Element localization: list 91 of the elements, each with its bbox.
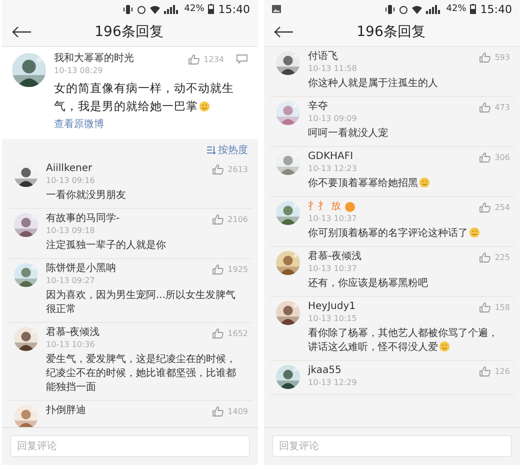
back-arrow-icon[interactable]: [12, 26, 32, 38]
user-name[interactable]: 君慕-夜倾浅: [46, 327, 100, 339]
wifi-icon: [150, 4, 160, 14]
thumbs-up-icon[interactable]: [478, 102, 491, 112]
thumbs-up-icon[interactable]: [478, 302, 491, 312]
battery-percent: 42%: [446, 4, 466, 14]
like-count: 473: [494, 102, 510, 112]
signal-icon: [426, 4, 442, 14]
reply-time: 10-13 10:37: [308, 214, 358, 224]
reply-time: 10-13 10:36: [46, 340, 96, 350]
like-count: 593: [494, 52, 510, 62]
post-text: 女的简直像有病一样，动不动就生气，我是男的就给她一巴掌: [54, 80, 235, 115]
sort-icon: [207, 146, 216, 154]
like-count: 2106: [228, 214, 248, 224]
user-name[interactable]: GDKHAFI: [308, 151, 354, 163]
reply-text: 你不要顶着幂幂给她招黑: [308, 177, 510, 191]
thumbs-up-icon[interactable]: [212, 264, 224, 274]
reply-time: 10-13 11:58: [308, 64, 358, 74]
reply-input[interactable]: 回复评论: [10, 435, 250, 457]
user-name[interactable]: HeyJudy1: [308, 301, 356, 313]
user-name[interactable]: Aiillkener: [46, 163, 92, 175]
thumbs-up-icon[interactable]: [212, 214, 224, 224]
thumbs-up-icon[interactable]: [478, 52, 491, 62]
like-count: 225: [494, 252, 510, 262]
reply-text: 一看你就没男朋友: [46, 189, 127, 203]
battery-percent: 42%: [184, 4, 204, 14]
reply-time: 10-13 10:15: [308, 314, 358, 324]
like-count: 1234: [204, 54, 224, 64]
reply-time: 10-13 09:27: [46, 276, 96, 286]
post-time: 10-13 08:29: [54, 66, 104, 76]
like-count: 306: [494, 152, 510, 162]
emoji-icon: [469, 227, 480, 238]
reply-text: 你可别顶着杨幂的名字评论这种话了: [308, 227, 510, 241]
reply-text: 你这种人就是属于注孤生的人: [308, 77, 439, 91]
reply-input[interactable]: 回复评论: [272, 435, 512, 457]
vibrate-icon: [123, 4, 134, 14]
emoji-icon: [199, 101, 210, 112]
wifi-icon: [412, 4, 422, 14]
user-name[interactable]: jkaa55: [308, 365, 342, 377]
clock-time: 15:40: [480, 2, 512, 16]
like-count: 1652: [228, 328, 248, 338]
page-title: 196条回复: [356, 23, 426, 41]
battery-icon: [208, 4, 214, 14]
like-count: 2613: [228, 164, 248, 174]
reply-text: 因为喜欢，因为男生宠阿...所以女生发脾气很正常: [46, 289, 237, 317]
reply-text: 还有，你应该是杨幂黑粉吧: [308, 277, 429, 291]
image-icon: [272, 5, 281, 13]
thumbs-up-icon[interactable]: [478, 252, 491, 262]
comment-icon[interactable]: [236, 54, 248, 64]
reply-text: 注定孤独一辈子的人就是你: [46, 239, 167, 253]
thumbs-up-icon[interactable]: [478, 202, 491, 212]
thumbs-up-icon[interactable]: [212, 328, 224, 338]
like-count: 1409: [228, 406, 248, 416]
reply-time: 10-13 12:23: [308, 164, 358, 174]
battery-icon: [470, 4, 476, 14]
vibrate-icon: [385, 4, 396, 14]
emoji-icon: [439, 341, 450, 352]
member-badge-icon: [345, 202, 356, 212]
view-original-link[interactable]: 查看原微博: [54, 118, 104, 131]
alarm-icon: [399, 4, 408, 14]
user-name[interactable]: 辛夺: [308, 101, 328, 113]
signal-icon: [164, 4, 180, 14]
like-count: 126: [494, 366, 510, 376]
user-name[interactable]: 我和大幂幂的时光: [54, 53, 134, 65]
user-name[interactable]: 有故事的马同学-: [46, 213, 120, 225]
user-name[interactable]: 付语飞: [308, 51, 338, 63]
like-count: 158: [494, 302, 510, 312]
like-count: 1925: [228, 264, 248, 274]
reply-time: 10-13 09:18: [46, 226, 96, 236]
alarm-icon: [137, 4, 146, 14]
back-arrow-icon[interactable]: [274, 26, 294, 38]
reply-text: 爱生气，爱发脾气，这是纪凌尘在的时候，纪凌尘不在的时候，她比谁都坚强，比谁都能独挡一面: [46, 353, 237, 395]
reply-time: 10-13 12:29: [308, 378, 358, 388]
reply-time: 10-13 09:16: [46, 176, 96, 186]
thumbs-up-icon[interactable]: [478, 366, 491, 376]
reply-text: 看你除了杨幂，其他艺人都被你骂了个遍，讲话这么难听，怪不得没人爱: [308, 327, 499, 355]
reply-text: 呵呵一看就没人宠: [308, 127, 389, 141]
reply-time: 10-13 09:09: [308, 114, 358, 124]
emoji-icon: [419, 177, 430, 188]
thumbs-up-icon[interactable]: [212, 164, 224, 174]
user-name[interactable]: 君慕-夜倾浅: [308, 251, 362, 263]
sort-button[interactable]: 按热度: [203, 141, 252, 159]
like-count: 254: [494, 202, 510, 212]
clock-time: 15:40: [218, 2, 250, 16]
user-name[interactable]: 扑倒胖迪: [46, 405, 86, 417]
thumbs-up-icon[interactable]: [478, 152, 491, 162]
page-title: 196条回复: [94, 23, 164, 41]
user-name[interactable]: 陈饼饼是小黑呐: [46, 263, 116, 275]
reply-time: 10-13 10:37: [308, 264, 358, 274]
thumbs-up-icon[interactable]: [212, 406, 224, 416]
thumbs-up-icon[interactable]: [188, 54, 200, 64]
